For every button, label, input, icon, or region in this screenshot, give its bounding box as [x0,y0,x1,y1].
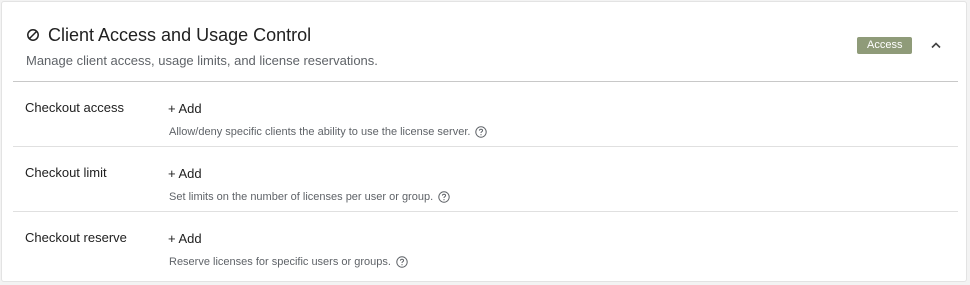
client-access-panel: Client Access and Usage Control Manage c… [1,1,967,282]
row-hint: Reserve licenses for specific users or g… [169,256,408,268]
chevron-up-icon [930,36,942,54]
panel-title-row: Client Access and Usage Control [26,24,311,46]
row-label: Checkout reserve [25,230,127,245]
question-circle-icon[interactable] [438,191,450,203]
add-checkout-access-button[interactable]: + Add [168,101,202,116]
access-badge: Access [857,37,913,54]
question-circle-icon[interactable] [475,126,488,138]
row-checkout-limit: Checkout limit + Add Set limits on the n… [13,146,958,211]
row-hint: Set limits on the number of licenses per… [169,191,450,203]
row-hint: Allow/deny specific clients the ability … [169,126,488,138]
hint-text: Allow/deny specific clients the ability … [169,126,471,138]
panel-title: Client Access and Usage Control [48,25,312,45]
question-circle-icon[interactable] [396,256,408,268]
hint-text: Reserve licenses for specific users or g… [169,256,391,268]
hint-text: Set limits on the number of licenses per… [169,191,434,203]
add-checkout-reserve-button[interactable]: + Add [168,231,202,246]
row-label: Checkout access [25,100,124,115]
row-checkout-access: Checkout access + Add Allow/deny specifi… [13,82,958,146]
panel-subtitle: Manage client access, usage limits, and … [26,53,378,68]
add-checkout-limit-button[interactable]: + Add [168,166,202,181]
panel-header: Client Access and Usage Control Manage c… [2,2,966,81]
collapse-button[interactable] [927,36,945,54]
row-label: Checkout limit [25,165,107,180]
row-checkout-reserve: Checkout reserve + Add Reserve licenses … [13,211,958,276]
ban-icon [26,28,40,42]
